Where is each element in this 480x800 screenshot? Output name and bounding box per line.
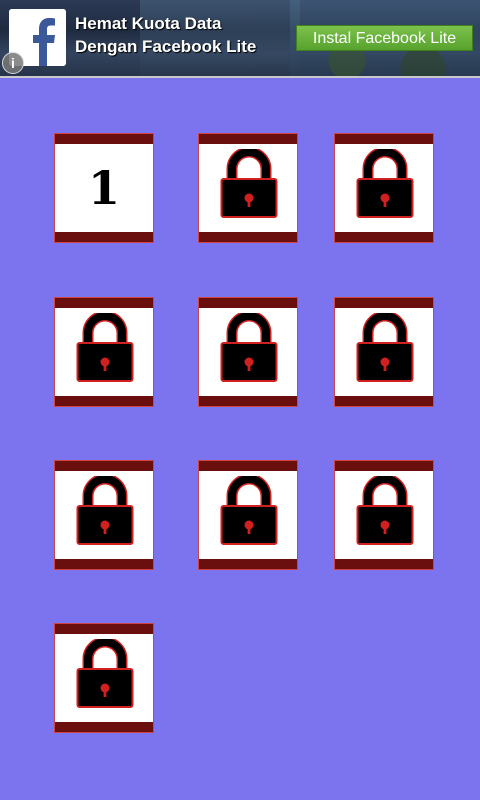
- level-tile-9[interactable]: [334, 460, 434, 570]
- tile-bar-top: [55, 461, 153, 471]
- tile-bar-bottom: [55, 722, 153, 732]
- level-tile-5[interactable]: [198, 297, 298, 407]
- tile-bar-bottom: [55, 559, 153, 569]
- tile-bar-bottom: [335, 396, 433, 406]
- lock-icon: [76, 636, 134, 709]
- tile-bar-bottom: [55, 396, 153, 406]
- ad-line-2: Dengan Facebook Lite: [75, 37, 257, 56]
- tile-bar-top: [55, 624, 153, 634]
- tile-bar-bottom: [199, 559, 297, 569]
- tile-bar-top: [335, 298, 433, 308]
- ad-banner[interactable]: i Hemat Kuota Data Dengan Facebook Lite …: [0, 0, 480, 76]
- lock-icon: [220, 146, 278, 219]
- level-tile-8[interactable]: [198, 460, 298, 570]
- level-tile-4[interactable]: [54, 297, 154, 407]
- level-tile-6[interactable]: [334, 297, 434, 407]
- level-tile-7[interactable]: [54, 460, 154, 570]
- ad-line-1: Hemat Kuota Data: [75, 14, 222, 33]
- tile-bar-bottom: [55, 232, 153, 242]
- level-tile-1[interactable]: 1: [54, 133, 154, 243]
- lock-icon: [76, 310, 134, 383]
- lock-icon: [220, 310, 278, 383]
- ad-headline[interactable]: Hemat Kuota Data Dengan Facebook Lite: [75, 12, 295, 58]
- level-grid: 1: [0, 78, 480, 800]
- level-tile-2[interactable]: [198, 133, 298, 243]
- lock-icon: [356, 473, 414, 546]
- lock-icon: [356, 146, 414, 219]
- tile-bar-bottom: [335, 232, 433, 242]
- install-facebook-lite-button[interactable]: Instal Facebook Lite: [296, 25, 473, 51]
- lock-icon: [76, 473, 134, 546]
- tile-bar-top: [335, 134, 433, 144]
- tile-bar-bottom: [199, 396, 297, 406]
- tile-bar-top: [199, 134, 297, 144]
- lock-icon: [220, 473, 278, 546]
- tile-bar-top: [55, 298, 153, 308]
- info-icon[interactable]: i: [2, 52, 24, 74]
- level-number: 1: [87, 161, 120, 215]
- tile-bar-top: [199, 461, 297, 471]
- tile-bar-bottom: [335, 559, 433, 569]
- lock-icon: [356, 310, 414, 383]
- tile-bar-top: [335, 461, 433, 471]
- tile-bar-top: [199, 298, 297, 308]
- tile-bar-top: [55, 134, 153, 144]
- level-tile-10[interactable]: [54, 623, 154, 733]
- level-tile-3[interactable]: [334, 133, 434, 243]
- tile-bar-bottom: [199, 232, 297, 242]
